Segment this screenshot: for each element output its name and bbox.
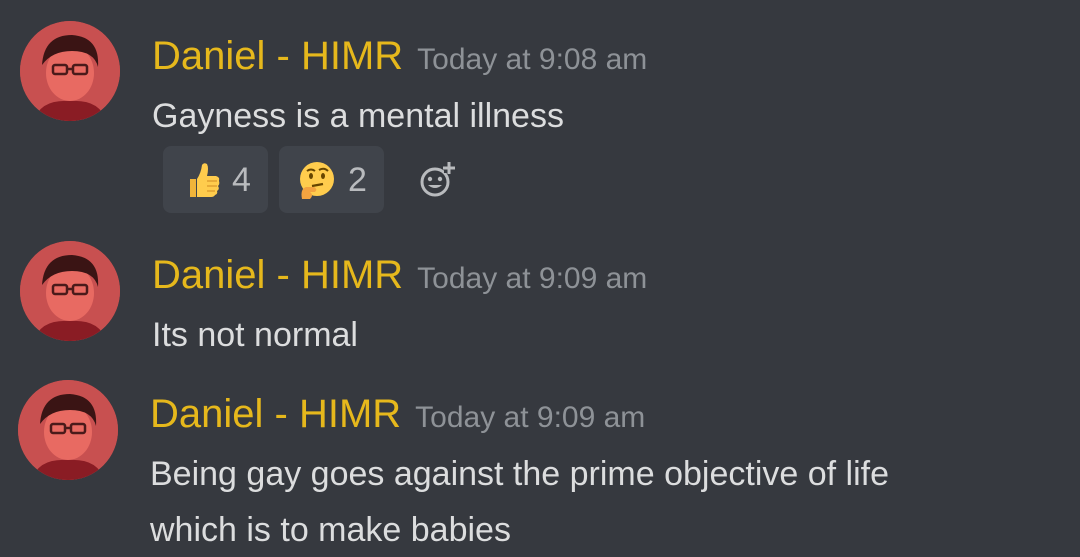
avatar[interactable] (20, 21, 120, 121)
message-text-line: Gayness is a mental illness (152, 97, 564, 135)
avatar[interactable] (20, 241, 120, 341)
chat-message-list: Daniel - HIMR Today at 9:08 am Gayness is… (0, 0, 1080, 557)
username[interactable]: Daniel - HIMR (152, 253, 403, 297)
avatar[interactable] (18, 380, 118, 480)
add-reaction-button[interactable] (407, 146, 467, 213)
message-header: Daniel - HIMR Today at 9:09 am (152, 255, 647, 295)
message-header: Daniel - HIMR Today at 9:08 am (152, 36, 647, 76)
reaction-count: 4 (232, 160, 251, 199)
reaction-thinking-face[interactable]: 2 (279, 146, 384, 213)
timestamp: Today at 9:09 am (417, 262, 648, 295)
thumbs-up-icon (190, 162, 220, 197)
message-content: Gayness is a mental illness (152, 88, 564, 144)
username[interactable]: Daniel - HIMR (150, 392, 401, 436)
message-content: Being gay goes against the prime objecti… (150, 446, 889, 557)
timestamp: Today at 9:08 am (417, 43, 648, 76)
message-text-line: which is to make babies (150, 511, 511, 549)
message-text-line: Its not normal (152, 316, 358, 354)
message-header: Daniel - HIMR Today at 9:09 am (150, 394, 645, 434)
username[interactable]: Daniel - HIMR (152, 34, 403, 78)
reaction-thumbs-up[interactable]: 4 (163, 146, 268, 213)
message-text-line: Being gay goes against the prime objecti… (150, 455, 890, 493)
add-reaction-icon (420, 161, 455, 196)
thinking-face-icon (300, 161, 335, 199)
reaction-count: 2 (348, 160, 367, 199)
reactions-bar: 4 2 (163, 146, 467, 213)
timestamp: Today at 9:09 am (415, 401, 646, 434)
message-content: Its not normal (152, 307, 358, 363)
